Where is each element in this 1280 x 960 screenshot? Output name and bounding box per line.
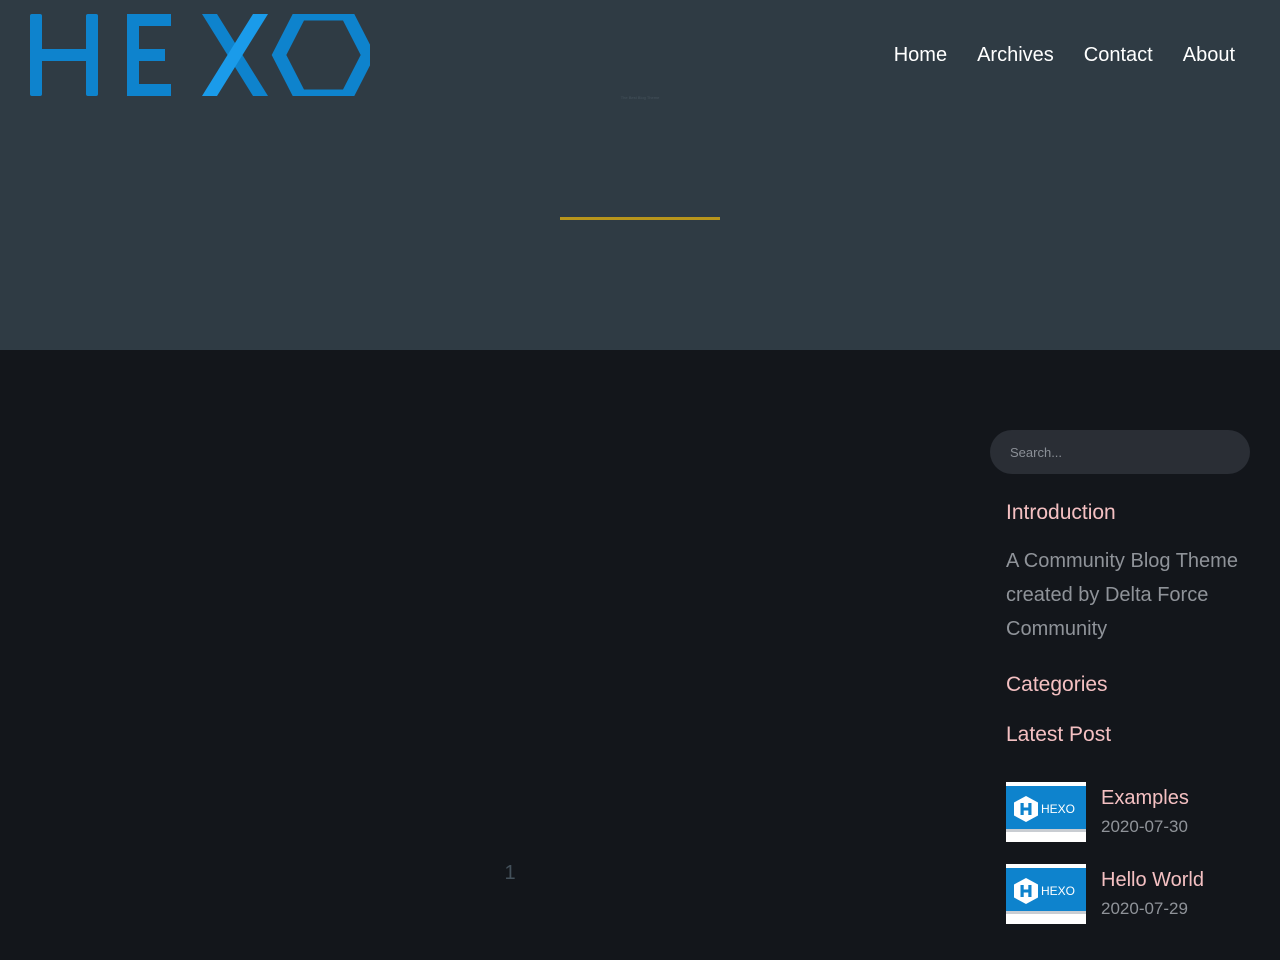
thumbnail-label: HEXO	[1041, 802, 1076, 816]
categories-title: Categories	[1006, 673, 1108, 696]
hexo-hexagon-icon	[1014, 878, 1038, 904]
page-number-current[interactable]: 1	[504, 862, 515, 884]
hexo-thumbnail-banner: HEXO	[1006, 786, 1086, 832]
site-tagline: The Best Blog Theme	[620, 95, 660, 100]
hero-divider	[560, 217, 720, 220]
hexo-logo-icon	[30, 14, 370, 96]
introduction-text: A Community Blog Theme created by Delta …	[1006, 550, 1238, 640]
post-thumbnail[interactable]: HEXO	[1006, 782, 1086, 842]
post-title-link[interactable]: Examples	[1101, 787, 1189, 810]
site-header: Home Archives Contact About The Best Blo…	[0, 0, 1280, 350]
nav-home-link[interactable]: Home	[894, 43, 947, 67]
pagination: 1	[490, 862, 530, 885]
site-logo[interactable]	[30, 14, 370, 96]
post-thumbnail[interactable]: HEXO	[1006, 864, 1086, 924]
latest-post-item: HEXO Examples 2020-07-30	[1006, 782, 1266, 842]
nav-contact-link[interactable]: Contact	[1084, 43, 1153, 67]
latest-post-title: Latest Post	[1006, 723, 1112, 746]
introduction-title: Introduction	[1006, 501, 1116, 524]
thumbnail-label: HEXO	[1041, 884, 1076, 898]
post-date: 2020-07-30	[1101, 817, 1188, 836]
latest-post-item: HEXO Hello World 2020-07-29	[1006, 864, 1266, 924]
hexo-hexagon-icon	[1014, 796, 1038, 822]
post-title-link[interactable]: Hello World	[1101, 869, 1204, 892]
post-date: 2020-07-29	[1101, 899, 1188, 918]
nav-archives-link[interactable]: Archives	[977, 43, 1054, 67]
main-nav: Home Archives Contact About	[894, 43, 1235, 67]
hexo-thumbnail-banner: HEXO	[1006, 868, 1086, 914]
nav-about-link[interactable]: About	[1183, 43, 1235, 67]
search-input[interactable]	[990, 430, 1250, 474]
